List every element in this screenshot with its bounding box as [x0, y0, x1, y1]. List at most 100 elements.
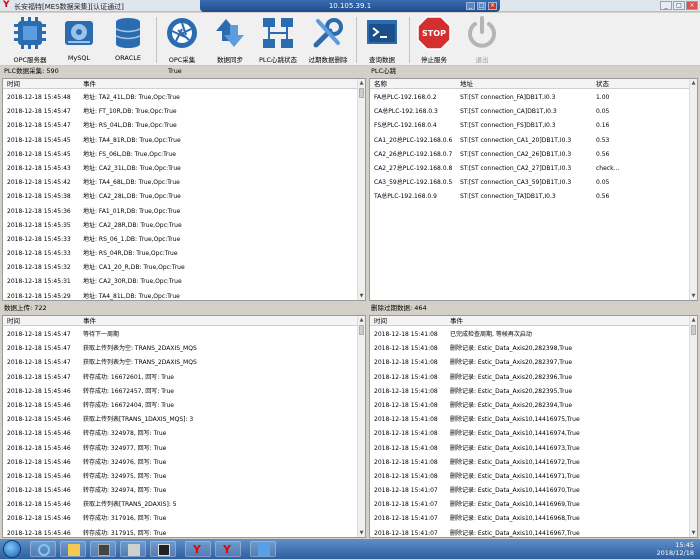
scroll-up-icon[interactable]: ▲: [358, 79, 365, 87]
table-row[interactable]: 2018-12-18 15:45:35 地址: CA2_28R,DB: True,…: [3, 219, 357, 233]
table-row[interactable]: 2018-12-18 15:41:08 删除记录: Estic_Data_Axis…: [370, 399, 689, 413]
scroll-up-icon[interactable]: ▲: [358, 316, 365, 324]
table-row[interactable]: 2018-12-18 15:45:45 地址: FS_06L,DB: True,O…: [3, 148, 357, 162]
clock[interactable]: 15:45 2018/12/18: [657, 541, 694, 557]
table-row[interactable]: 2018-12-18 15:41:07 删除记录: Estic_Data_Axis…: [370, 527, 689, 537]
table-row[interactable]: FS总PLC-192.168.0.4 ST:[ST connection_FS]D…: [370, 119, 689, 133]
delete-expired-grid[interactable]: 时间 事件 2018-12-18 15:41:08 已完成检查周期, 等候再次启动…: [369, 315, 698, 538]
table-row[interactable]: 2018-12-18 15:45:47 转存成功: 16672601, 回写: T…: [3, 371, 357, 385]
delete-expired-button[interactable]: 过期数据删除: [304, 15, 352, 65]
table-row[interactable]: 2018-12-18 15:45:46 转存成功: 317915, 回写: Tru…: [3, 527, 357, 537]
table-row[interactable]: 2018-12-18 15:45:47 获取上传列表为空: TRANS_2DAXI…: [3, 356, 357, 370]
scroll-down-icon[interactable]: ▼: [358, 529, 365, 537]
table-row[interactable]: 2018-12-18 15:41:08 已完成检查周期, 等候再次启动: [370, 328, 689, 342]
data-sync-button[interactable]: 数据同步: [206, 15, 254, 65]
table-row[interactable]: CA3_59总PLC-192.168.0.5 ST:[ST connection_…: [370, 176, 689, 190]
table-row[interactable]: 2018-12-18 15:45:46 转存成功: 324977, 回写: Tru…: [3, 442, 357, 456]
scroll-thumb[interactable]: [359, 325, 364, 335]
table-row[interactable]: 2018-12-18 15:41:08 删除记录: Estic_Data_Axis…: [370, 371, 689, 385]
table-row[interactable]: 2018-12-18 15:45:45 地址: TA4_81R,DB: True,…: [3, 134, 357, 148]
taskbar-ie-icon[interactable]: [30, 541, 56, 557]
table-row[interactable]: 2018-12-18 15:45:33 地址: RS_06_1,DB: True,…: [3, 233, 357, 247]
scroll-down-icon[interactable]: ▼: [690, 529, 697, 537]
query-data-button[interactable]: 查询数据: [358, 15, 406, 65]
remote-close-icon[interactable]: ×: [488, 2, 497, 10]
column-header[interactable]: 事件: [450, 316, 463, 326]
table-row[interactable]: 2018-12-18 15:41:07 删除记录: Estic_Data_Axis…: [370, 512, 689, 526]
remote-minimize-icon[interactable]: _: [466, 2, 475, 10]
table-row[interactable]: 2018-12-18 15:45:46 获取上传列表[TRANS_1DAXIS_M…: [3, 413, 357, 427]
table-row[interactable]: CA2_27总PLC-192.168.0.8 ST:[ST connection_…: [370, 162, 689, 176]
close-icon[interactable]: ×: [686, 1, 698, 10]
table-row[interactable]: 2018-12-18 15:45:36 地址: FA1_01R,DB: True,…: [3, 205, 357, 219]
plc-collect-grid[interactable]: 时间 事件 2018-12-18 15:45:48 地址: TA2_41L,DB:…: [2, 78, 366, 301]
plc-heartbeat-button[interactable]: PLC心跳状态: [254, 15, 302, 65]
taskbar-tool-icon[interactable]: [120, 541, 146, 557]
scroll-up-icon[interactable]: ▲: [690, 79, 697, 87]
table-row[interactable]: 2018-12-18 15:45:38 地址: CA2_28L,DB: True,…: [3, 190, 357, 204]
table-row[interactable]: 2018-12-18 15:41:08 删除记录: Estic_Data_Axis…: [370, 427, 689, 441]
stop-service-button[interactable]: STOP 停止服务: [410, 15, 458, 65]
table-row[interactable]: 2018-12-18 15:41:08 删除记录: Estic_Data_Axis…: [370, 342, 689, 356]
minimize-icon[interactable]: _: [660, 1, 672, 10]
table-row[interactable]: 2018-12-18 15:45:46 转存成功: 324975, 回写: Tru…: [3, 470, 357, 484]
exit-button[interactable]: 退出: [458, 15, 506, 65]
table-row[interactable]: TA总PLC-192.168.0.9 ST:[ST connection_TA]D…: [370, 190, 689, 204]
mysql-button[interactable]: MySQL: [55, 15, 103, 65]
table-row[interactable]: 2018-12-18 15:45:47 地址: FT_10R,DB: True,O…: [3, 105, 357, 119]
table-row[interactable]: 2018-12-18 15:41:08 删除记录: Estic_Data_Axis…: [370, 413, 689, 427]
table-row[interactable]: 2018-12-18 15:45:46 转存成功: 317916, 回写: Tru…: [3, 512, 357, 526]
column-header[interactable]: 名称: [374, 79, 387, 89]
table-row[interactable]: 2018-12-18 15:45:43 地址: CA2_31L,DB: True,…: [3, 162, 357, 176]
table-row[interactable]: 2018-12-18 15:41:08 删除记录: Estic_Data_Axis…: [370, 442, 689, 456]
column-header[interactable]: 事件: [83, 79, 96, 89]
taskbar-app-y-icon[interactable]: Y: [185, 541, 211, 557]
scroll-up-icon[interactable]: ▲: [690, 316, 697, 324]
vertical-scrollbar[interactable]: ▲ ▼: [357, 79, 365, 300]
table-row[interactable]: 2018-12-18 15:45:42 地址: TA4_68L,DB: True,…: [3, 176, 357, 190]
opc-server-button[interactable]: OPC服务器: [6, 15, 54, 65]
column-header[interactable]: 地址: [460, 79, 473, 89]
table-row[interactable]: 2018-12-18 15:45:29 地址: TA4_81L,DB: True,…: [3, 290, 357, 300]
vertical-scrollbar[interactable]: ▲ ▼: [689, 79, 697, 300]
column-header[interactable]: 时间: [7, 316, 20, 326]
column-header[interactable]: 时间: [7, 79, 20, 89]
table-row[interactable]: 2018-12-18 15:45:31 地址: CA2_30R,DB: True,…: [3, 275, 357, 289]
table-row[interactable]: 2018-12-18 15:45:46 转存成功: 324974, 回写: Tru…: [3, 484, 357, 498]
table-row[interactable]: FA总PLC-192.168.0.2 ST:[ST connection_FA]D…: [370, 91, 689, 105]
plc-heartbeat-grid[interactable]: 名称 地址 状态 FA总PLC-192.168.0.2 ST:[ST connec…: [369, 78, 698, 301]
column-header[interactable]: 事件: [83, 316, 96, 326]
scroll-down-icon[interactable]: ▼: [358, 292, 365, 300]
scroll-thumb[interactable]: [691, 325, 696, 335]
table-row[interactable]: 2018-12-18 15:41:07 删除记录: Estic_Data_Axis…: [370, 498, 689, 512]
table-row[interactable]: 2018-12-18 15:41:08 删除记录: Estic_Data_Axis…: [370, 385, 689, 399]
start-button[interactable]: [3, 540, 21, 558]
table-row[interactable]: 2018-12-18 15:41:07 删除记录: Estic_Data_Axis…: [370, 484, 689, 498]
table-row[interactable]: 2018-12-18 15:45:46 转存成功: 16672404, 回写: T…: [3, 399, 357, 413]
table-row[interactable]: 2018-12-18 15:45:32 地址: CA1_20_R,DB: True…: [3, 261, 357, 275]
taskbar-app-y-icon-2[interactable]: Y: [215, 541, 241, 557]
table-row[interactable]: 2018-12-18 15:45:47 地址: RS_04L,DB: True,O…: [3, 119, 357, 133]
taskbar-media-icon[interactable]: [90, 541, 116, 557]
table-row[interactable]: CA总PLC-192.168.0.3 ST:[ST connection_CA]D…: [370, 105, 689, 119]
vertical-scrollbar[interactable]: ▲ ▼: [689, 316, 697, 537]
oracle-button[interactable]: ORACLE: [104, 15, 152, 65]
table-row[interactable]: 2018-12-18 15:41:08 删除记录: Estic_Data_Axis…: [370, 470, 689, 484]
table-row[interactable]: 2018-12-18 15:41:08 删除记录: Estic_Data_Axis…: [370, 356, 689, 370]
scroll-down-icon[interactable]: ▼: [690, 292, 697, 300]
vertical-scrollbar[interactable]: ▲ ▼: [357, 316, 365, 537]
table-row[interactable]: 2018-12-18 15:45:46 获取上传列表[TRANS_2DAXIS]:…: [3, 498, 357, 512]
maximize-icon[interactable]: □: [673, 1, 685, 10]
table-row[interactable]: 2018-12-18 15:45:46 转存成功: 324976, 回写: Tru…: [3, 456, 357, 470]
table-row[interactable]: 2018-12-18 15:45:47 获取上传列表为空: TRANS_2DAXI…: [3, 342, 357, 356]
table-row[interactable]: 2018-12-18 15:45:33 地址: RS_04R,DB: True,O…: [3, 247, 357, 261]
table-row[interactable]: 2018-12-18 15:45:48 地址: TA2_41L,DB: True,…: [3, 91, 357, 105]
upload-grid[interactable]: 时间 事件 2018-12-18 15:45:47 等待下一周期 2018-12-1…: [2, 315, 366, 538]
table-row[interactable]: 2018-12-18 15:41:08 删除记录: Estic_Data_Axis…: [370, 456, 689, 470]
column-header[interactable]: 时间: [374, 316, 387, 326]
table-row[interactable]: 2018-12-18 15:45:46 转存成功: 16672457, 回写: T…: [3, 385, 357, 399]
scroll-thumb[interactable]: [359, 88, 364, 98]
opc-collect-button[interactable]: OPC采集: [158, 15, 206, 65]
taskbar-remote-desktop-icon[interactable]: [250, 541, 276, 557]
taskbar-terminal-icon[interactable]: [150, 541, 176, 557]
